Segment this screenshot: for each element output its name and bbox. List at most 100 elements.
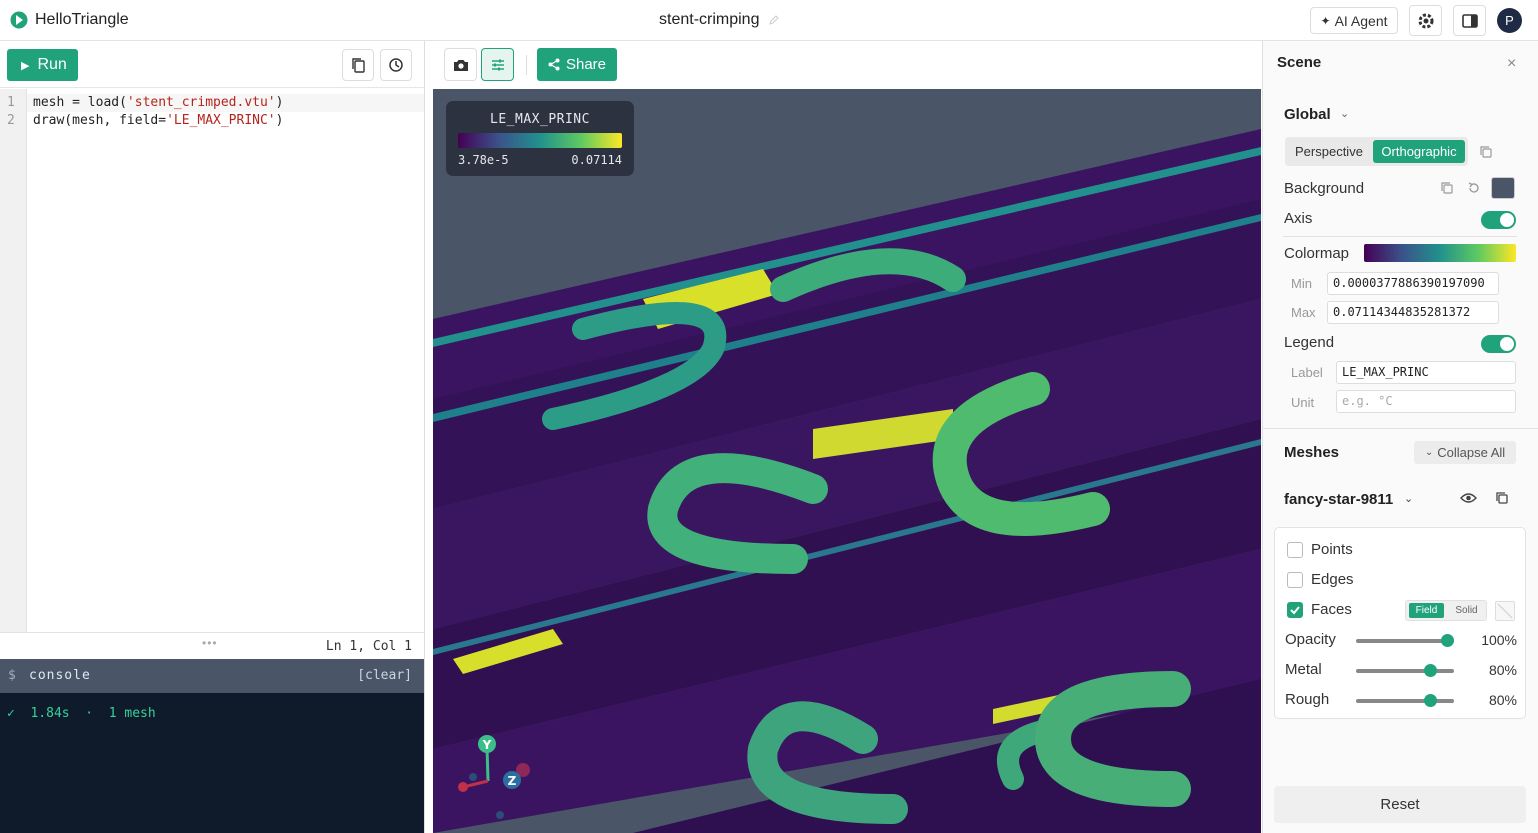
camera-icon — [453, 59, 468, 71]
chevron-down-icon[interactable]: ⌄ — [1340, 107, 1349, 120]
history-icon — [389, 58, 403, 72]
legend-label-input[interactable]: LE_MAX_PRINC — [1336, 361, 1516, 384]
code-editor[interactable]: mesh = load('stent_crimped.vtu') draw(me… — [27, 89, 424, 632]
sidebar-icon — [1461, 13, 1478, 28]
metal-label: Metal — [1285, 661, 1322, 678]
legend-toggle[interactable] — [1481, 335, 1516, 353]
background-label: Background — [1284, 180, 1365, 197]
edges-label: Edges — [1311, 571, 1354, 588]
document-title[interactable]: stent-crimping — [659, 11, 759, 29]
perspective-option[interactable]: Perspective — [1290, 140, 1368, 163]
code-line[interactable]: mesh = load('stent_crimped.vtu') — [33, 95, 283, 110]
face-color-mode-toggle: Field Solid — [1405, 600, 1487, 621]
orthographic-option[interactable]: Orthographic — [1373, 140, 1465, 163]
max-input[interactable]: 0.07114344835281372 — [1327, 301, 1499, 324]
colormap-selector[interactable] — [1364, 244, 1516, 262]
history-button[interactable] — [380, 49, 412, 81]
line-number: 1 — [7, 95, 15, 110]
console-header: $ console [clear] — [0, 659, 424, 693]
avatar[interactable]: P — [1497, 8, 1522, 33]
share-label: Share — [565, 56, 607, 73]
edges-checkbox[interactable] — [1287, 572, 1303, 588]
code-line[interactable]: draw(mesh, field='LE_MAX_PRINC') — [33, 113, 283, 128]
metal-slider-thumb[interactable] — [1424, 664, 1437, 677]
close-icon[interactable]: × — [1507, 55, 1516, 73]
screenshot-button[interactable] — [444, 48, 477, 81]
scene-panel: Scene × Global ⌄ Perspective Orthographi… — [1262, 41, 1538, 833]
collapse-all-button[interactable]: ⌄ Collapse All — [1414, 441, 1516, 464]
console-clear-button[interactable]: [clear] — [357, 668, 412, 683]
projection-toggle: Perspective Orthographic — [1285, 137, 1468, 166]
console-prompt: $ — [8, 668, 16, 683]
copy-icon[interactable] — [1479, 145, 1493, 159]
eye-icon[interactable] — [1460, 492, 1477, 504]
logo-icon — [10, 11, 28, 29]
panel-title: Scene — [1277, 54, 1322, 71]
solid-option[interactable]: Solid — [1449, 603, 1484, 618]
check-icon — [1290, 606, 1300, 615]
min-input[interactable]: 0.0000377886390197090 — [1327, 272, 1499, 295]
opacity-slider-thumb[interactable] — [1441, 634, 1454, 647]
line-gutter: 1 2 — [0, 89, 27, 632]
metal-slider[interactable] — [1356, 664, 1454, 677]
brand-name: HelloTriangle — [35, 11, 129, 28]
field-option[interactable]: Field — [1409, 603, 1444, 618]
axis-x-end — [458, 782, 468, 792]
axis-z-label: Z — [508, 774, 517, 788]
rough-value: 80% — [1488, 692, 1517, 708]
legend-max: 0.07114 — [571, 153, 622, 167]
metal-value: 80% — [1488, 662, 1517, 678]
console-title: console — [29, 668, 91, 683]
mesh-render — [433, 129, 1261, 833]
sliders-icon — [491, 59, 504, 70]
rough-slider[interactable] — [1356, 694, 1454, 707]
opacity-label: Opacity — [1285, 631, 1336, 648]
chevron-down-icon[interactable]: ⌄ — [1404, 492, 1413, 505]
reset-button[interactable]: Reset — [1274, 786, 1526, 823]
sparkle-icon: ✦ — [1320, 13, 1331, 28]
collapse-all-label: Collapse All — [1437, 445, 1506, 460]
copy-icon[interactable] — [1440, 181, 1454, 195]
run-button[interactable]: ▶ Run — [7, 49, 78, 81]
global-section-title[interactable]: Global — [1284, 106, 1331, 123]
console-output: ✓ 1.84s · 1 mesh — [0, 693, 424, 833]
ai-agent-button[interactable]: ✦ AI Agent — [1310, 7, 1398, 34]
editor-pane: ▶ Run 1 2 mesh = load('stent_crimped.vtu… — [0, 41, 425, 833]
colormap-label: Colormap — [1284, 245, 1350, 262]
background-color-swatch[interactable] — [1491, 177, 1515, 199]
color-legend: LE_MAX_PRINC 3.78e-5 0.07114 — [446, 101, 634, 176]
axis-gizmo: Y Z — [458, 735, 530, 819]
settings-button[interactable] — [1409, 5, 1442, 36]
reset-icon[interactable] — [1467, 181, 1481, 195]
points-label: Points — [1311, 541, 1353, 558]
share-button[interactable]: Share — [537, 48, 617, 81]
opacity-value: 100% — [1481, 632, 1517, 648]
rough-slider-thumb[interactable] — [1424, 694, 1437, 707]
toggle-panel-button[interactable] — [1453, 5, 1486, 36]
top-bar: HelloTriangle stent-crimping ✦ AI Agent … — [0, 0, 1538, 41]
copy-icon[interactable] — [1495, 491, 1509, 505]
unit-input[interactable]: e.g. °C — [1336, 390, 1516, 413]
opacity-slider[interactable] — [1356, 634, 1454, 647]
axis-toggle[interactable] — [1481, 211, 1516, 229]
face-color-swatch[interactable] — [1495, 601, 1515, 621]
editor-toolbar: ▶ Run — [0, 41, 424, 88]
rough-label: Rough — [1285, 691, 1330, 708]
faces-checkbox[interactable] — [1287, 602, 1303, 618]
pencil-icon[interactable] — [768, 14, 780, 26]
legend-label: Legend — [1284, 334, 1335, 351]
copy-code-button[interactable] — [342, 49, 374, 81]
legend-label: LE_MAX_PRINC — [490, 112, 590, 127]
points-checkbox[interactable] — [1287, 542, 1303, 558]
faces-label: Faces — [1311, 601, 1352, 618]
toolbar-divider — [526, 55, 527, 75]
legend-min: 3.78e-5 — [458, 153, 509, 167]
scene-settings-button[interactable] — [481, 48, 514, 81]
resize-handle[interactable]: ••• — [202, 636, 218, 650]
max-label: Max — [1291, 305, 1316, 320]
console-line: ✓ 1.84s · 1 mesh — [7, 706, 156, 721]
3d-viewport[interactable]: LE_MAX_PRINC 3.78e-5 0.07114 Y Z — [433, 89, 1261, 833]
viewport-toolbar: Share — [432, 41, 1261, 88]
min-label: Min — [1291, 276, 1312, 291]
mesh-name[interactable]: fancy-star-9811 — [1284, 491, 1393, 508]
